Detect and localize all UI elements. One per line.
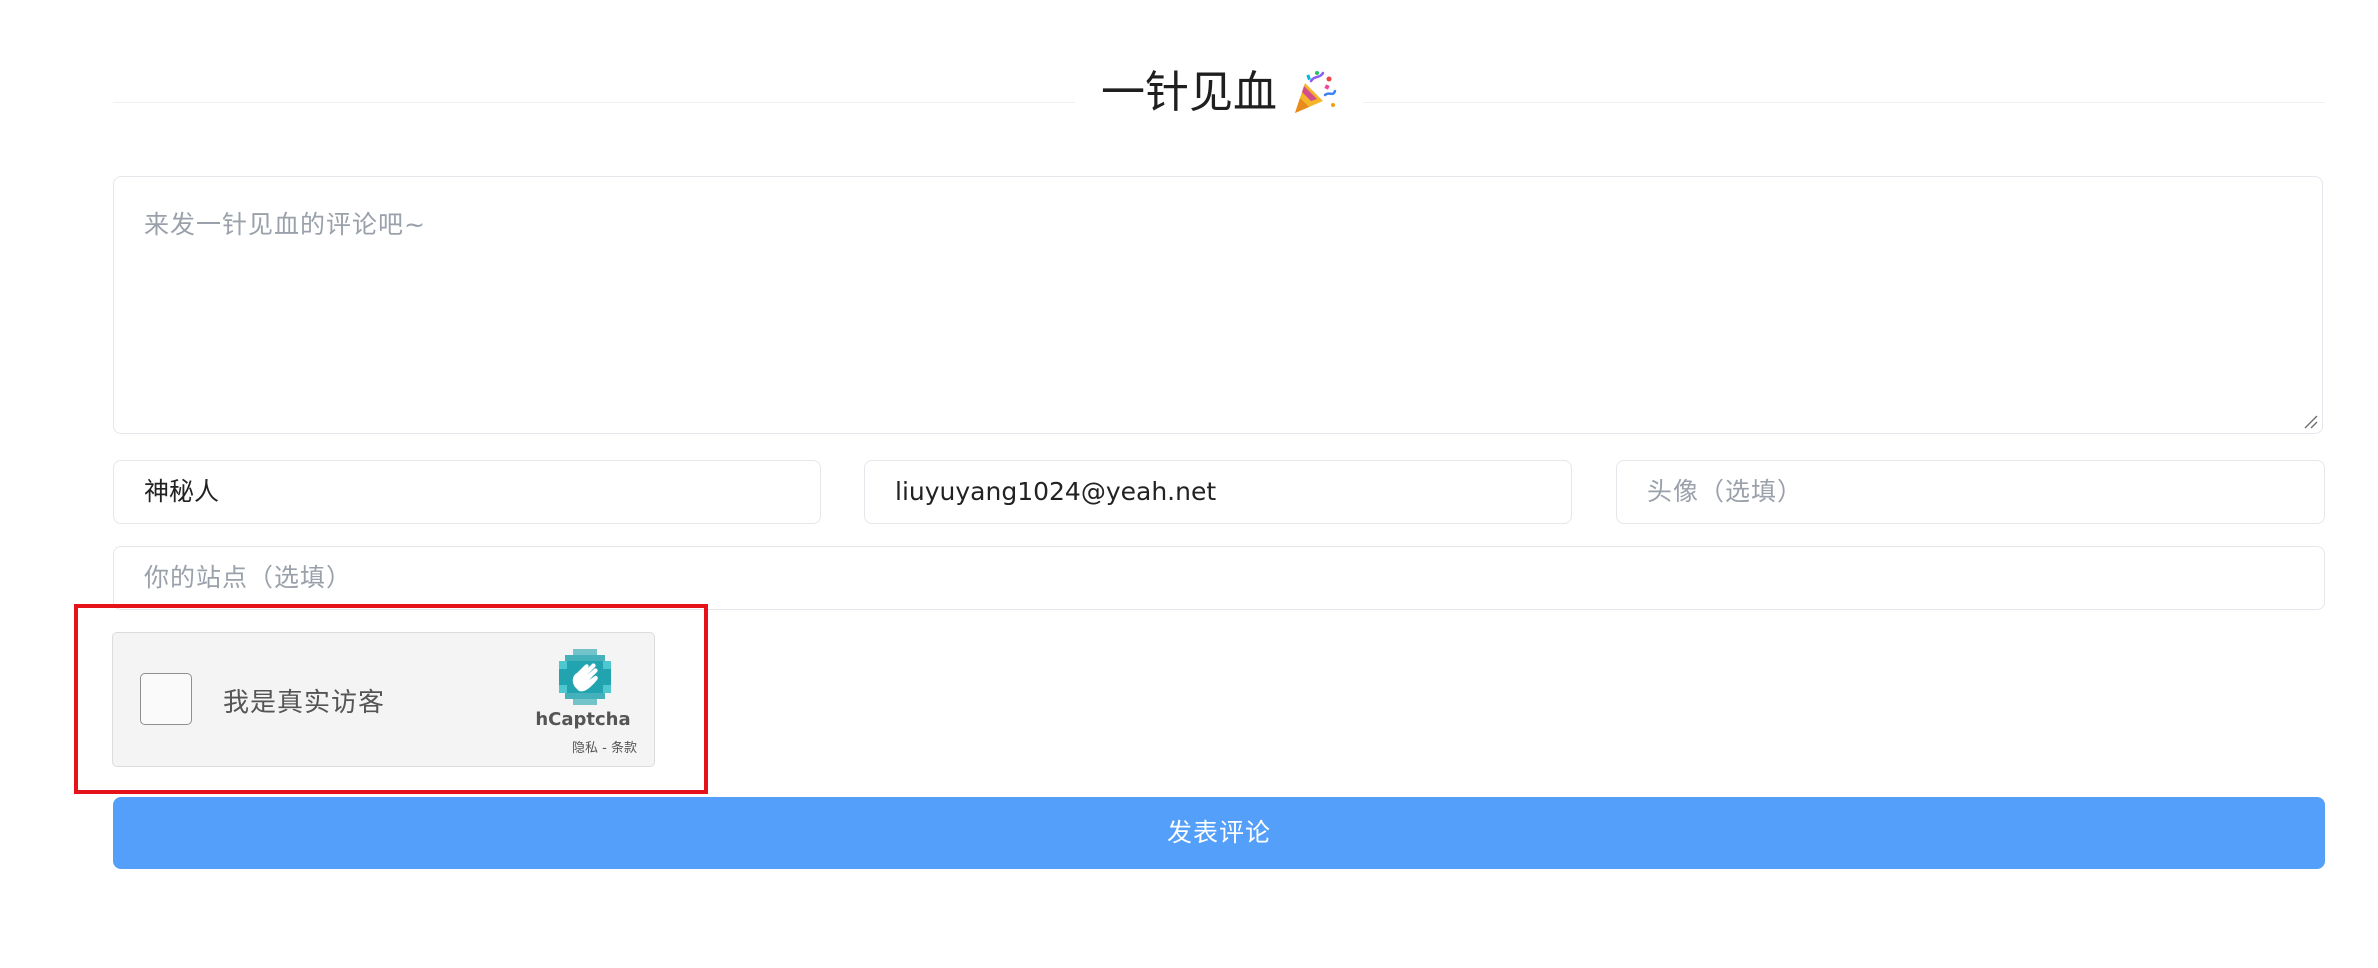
- email-input[interactable]: liuyuyang1024@yeah.net: [864, 460, 1572, 524]
- site-placeholder: 你的站点（选填）: [144, 563, 353, 592]
- site-input[interactable]: 你的站点（选填）: [113, 546, 2325, 610]
- hcaptcha-widget: 我是真实访客 hCaptcha 隐私 - 条款: [112, 632, 655, 767]
- avatar-input[interactable]: 头像（选填）: [1616, 460, 2325, 524]
- nickname-value: 神秘人: [144, 477, 220, 506]
- nickname-input[interactable]: 神秘人: [113, 460, 821, 524]
- page-title: 一针见血: [1101, 67, 1277, 118]
- comment-textarea[interactable]: 来发一针见血的评论吧~: [113, 176, 2323, 434]
- comment-placeholder: 来发一针见血的评论吧~: [144, 210, 426, 239]
- hcaptcha-logo-icon: [559, 649, 611, 705]
- terms-link[interactable]: 条款: [611, 741, 637, 756]
- resize-handle-icon[interactable]: [2302, 413, 2318, 429]
- avatar-placeholder: 头像（选填）: [1647, 477, 1804, 506]
- privacy-link[interactable]: 隐私: [572, 741, 598, 756]
- submit-comment-button[interactable]: 发表评论: [113, 797, 2325, 869]
- captcha-links: 隐私 - 条款: [572, 737, 637, 756]
- hcaptcha-brand: hCaptcha: [535, 709, 631, 730]
- title-row: 一针见血: [113, 62, 2325, 124]
- email-value: liuyuyang1024@yeah.net: [895, 477, 1217, 506]
- party-popper-icon: [1295, 71, 1337, 113]
- captcha-checkbox[interactable]: [140, 673, 192, 725]
- page-title-wrap: 一针见血: [1075, 62, 1363, 124]
- links-separator: -: [602, 741, 607, 756]
- captcha-label: 我是真实访客: [223, 688, 386, 718]
- comment-form: 一针见血 来发一针见血的评论吧~ 神秘人 liuyuyang1024@yeah.…: [0, 0, 2378, 968]
